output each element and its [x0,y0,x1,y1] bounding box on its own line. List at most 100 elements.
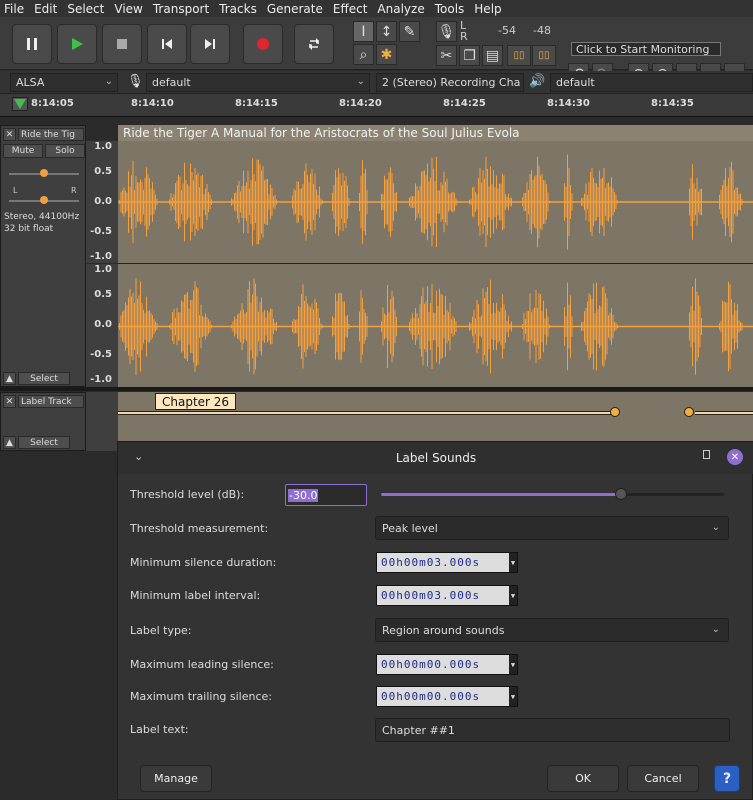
min-interval-label: Minimum label interval: [130,589,261,602]
triangle-up-icon: ▲ [6,437,13,448]
label-type-select[interactable]: Region around sounds ⌄ [375,618,729,642]
loop-icon [309,38,319,50]
copy-button[interactable]: ❐ [459,45,480,66]
chevron-down-icon[interactable]: ⌄ [134,450,143,463]
label-track-menu-button[interactable]: Label Track [18,395,84,408]
label-text-value: Chapter ##1 [382,723,455,737]
label-track-area[interactable]: Chapter 26 [118,392,753,444]
cancel-button[interactable]: Cancel [627,765,699,792]
label-start-handle[interactable] [684,407,694,417]
min-silence-time-control[interactable]: 00h00m03.000s ▼ [376,552,518,573]
solo-button[interactable]: Solo [45,144,85,158]
mute-button[interactable]: Mute [3,144,43,158]
play-button[interactable] [57,24,97,64]
amplitude-scale-lower: 1.0 0.5 0.0 -0.5 -1.0 [86,264,118,387]
track-menu-button[interactable]: Ride the Tig [18,128,84,141]
envelope-tool[interactable]: ↕ [376,21,397,42]
track-name: Ride the Tig [21,129,75,140]
menu-file[interactable]: File [0,2,30,16]
label-text-input[interactable]: Chapter ##1 [375,718,730,742]
magnifier-icon: ⌕ [359,46,368,63]
menu-help[interactable]: Help [470,2,507,16]
pause-button[interactable] [12,24,52,64]
select-label-track-button[interactable]: Select [18,436,70,449]
max-trailing-time-control[interactable]: 00h00m00.000s ▼ [376,686,518,707]
maximize-icon[interactable] [703,450,710,459]
menu-tools[interactable]: Tools [431,2,471,16]
recording-channels-value: 2 (Stereo) Recording Char [382,76,520,89]
collapse-track-button[interactable]: ▲ [3,372,16,385]
ruler-tick: 8:14:15 [235,98,278,109]
paste-button[interactable]: ▤ [482,45,503,66]
threshold-value: -30.0 [288,488,319,502]
label-end-handle[interactable] [610,407,620,417]
collapse-label-track-button[interactable]: ▲ [3,436,16,449]
ruler-tick: 8:14:35 [651,98,694,109]
dropdown-arrow-icon[interactable]: ▼ [509,687,517,706]
gain-slider-thumb[interactable] [40,169,48,177]
min-silence-label: Minimum silence duration: [130,556,277,569]
menu-effect[interactable]: Effect [329,2,374,16]
stop-button[interactable] [102,24,142,64]
max-leading-time-control[interactable]: 00h00m00.000s ▼ [376,654,518,675]
threshold-slider-thumb[interactable] [615,488,628,500]
multi-tool[interactable]: ✱ [376,44,397,65]
menu-select[interactable]: Select [63,2,110,16]
threshold-slider[interactable] [381,488,724,500]
menu-analyze[interactable]: Analyze [373,2,430,16]
scale-label: -1.0 [90,374,112,385]
recording-channels-select[interactable]: 2 (Stereo) Recording Char [376,73,524,92]
triangle-up-icon: ▲ [6,373,13,384]
clip-title-bar[interactable]: Ride the Tiger A Manual for the Aristocr… [118,125,753,141]
record-icon [257,38,269,50]
threshold-input[interactable]: -30.0 [285,484,367,506]
ruler-tick: 8:14:25 [443,98,486,109]
skip-to-start-button[interactable] [147,24,187,64]
pin-head-button[interactable] [12,97,28,111]
waveform-channel-right[interactable] [118,264,753,387]
menu-transport[interactable]: Transport [149,2,215,16]
envelope-icon: ↕ [380,23,393,40]
recording-device-select[interactable]: default ⌄ [146,73,370,92]
close-icon[interactable]: ✕ [727,449,743,465]
scale-label: -0.5 [90,349,112,360]
max-trailing-label: Maximum trailing silence: [130,690,272,703]
label-text-box[interactable]: Chapter 26 [155,393,237,410]
select-track-button[interactable]: Select [18,372,70,385]
menu-edit[interactable]: Edit [30,2,63,16]
ok-button[interactable]: OK [547,765,619,792]
menu-view[interactable]: View [110,2,148,16]
scale-label: 1.0 [94,141,112,152]
dropdown-arrow-icon[interactable]: ▼ [509,553,517,572]
record-button[interactable] [243,24,283,64]
zoom-tool[interactable]: ⌕ [353,44,374,65]
waveform-channel-left[interactable] [118,141,753,263]
loop-button[interactable] [294,24,334,64]
timeline-ruler[interactable]: 8:14:05 8:14:10 8:14:15 8:14:20 8:14:25 … [0,94,753,117]
selection-tool[interactable]: I [353,21,374,42]
draw-tool[interactable]: ✎ [399,21,420,42]
menu-generate[interactable]: Generate [263,2,329,16]
pencil-icon: ✎ [403,23,416,40]
min-interval-time-control[interactable]: 00h00m03.000s ▼ [376,585,518,606]
pause-icon [27,38,37,50]
audio-host-select[interactable]: ALSA ⌄ [10,73,118,92]
close-label-track-button[interactable]: ✕ [3,395,16,408]
start-monitoring-button[interactable]: Click to Start Monitoring [571,42,721,56]
silence-button[interactable]: ▯▯ [532,45,556,66]
playback-device-select[interactable]: default [550,73,753,92]
pan-slider-thumb[interactable] [40,196,48,204]
record-meter-button[interactable]: 🎙 [436,21,457,42]
skip-to-end-button[interactable] [190,24,230,64]
dropdown-arrow-icon[interactable]: ▼ [509,655,517,674]
dropdown-arrow-icon[interactable]: ▼ [509,586,517,605]
trim-button[interactable]: ▯▯ [507,45,531,66]
menu-tracks[interactable]: Tracks [215,2,263,16]
close-track-button[interactable]: ✕ [3,128,16,141]
measurement-select[interactable]: Peak level ⌄ [375,516,729,540]
help-button[interactable]: ? [714,765,740,792]
label-track-name: Label Track [21,396,72,407]
manage-button[interactable]: Manage [140,765,212,792]
max-leading-label: Maximum leading silence: [130,658,274,671]
cut-button[interactable]: ✂ [436,45,457,66]
